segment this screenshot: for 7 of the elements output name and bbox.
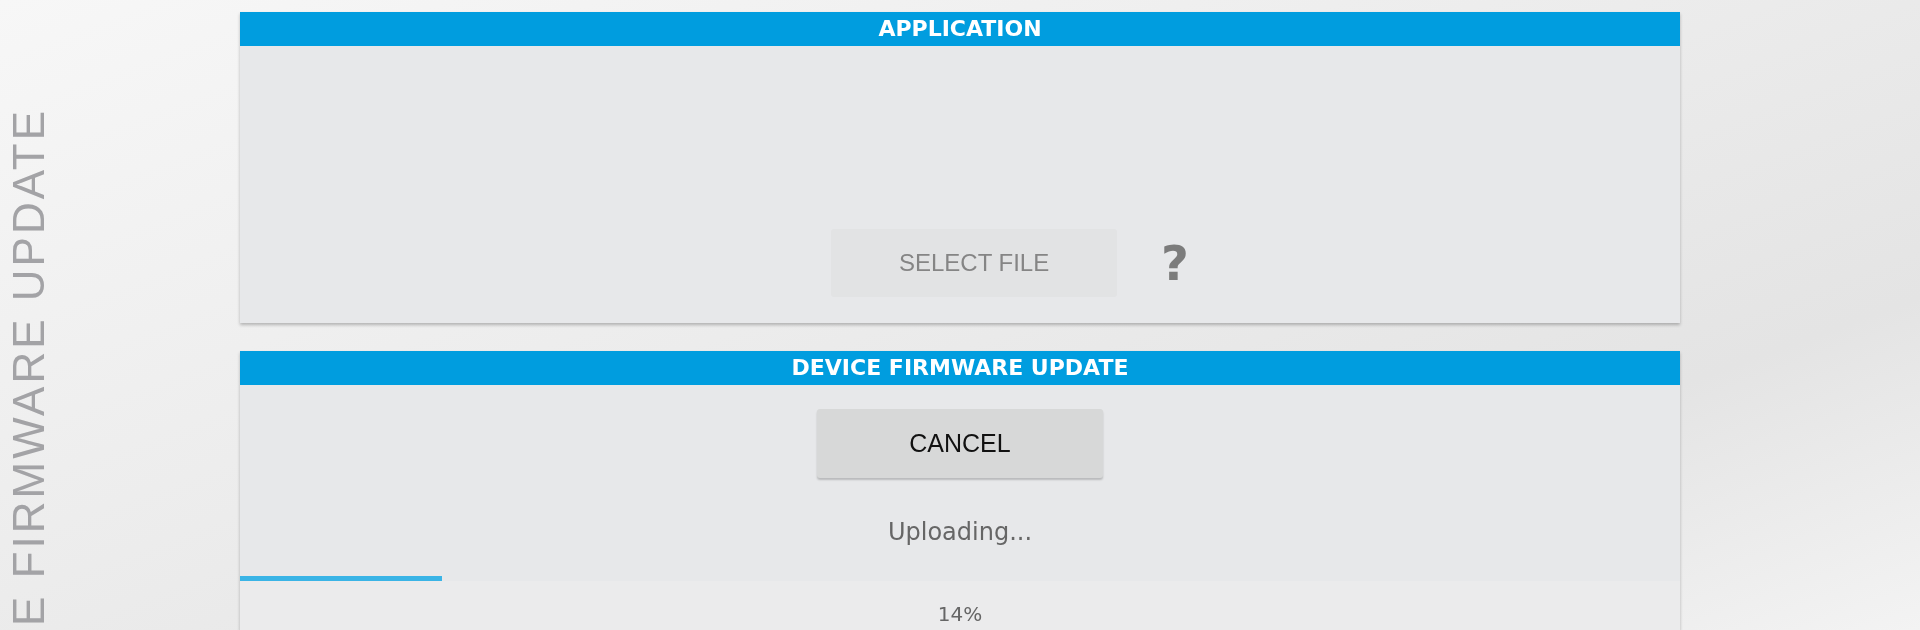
- page-title: E FIRMWARE UPDATE: [4, 108, 54, 626]
- cancel-button[interactable]: CANCEL: [817, 409, 1103, 478]
- status-text: Uploading...: [887, 518, 1033, 546]
- panel-header: APPLICATION: [240, 12, 1680, 46]
- progress-percent: 14%: [937, 602, 983, 626]
- help-icon[interactable]: ?: [1161, 239, 1189, 287]
- panel-header: DEVICE FIRMWARE UPDATE: [240, 351, 1680, 385]
